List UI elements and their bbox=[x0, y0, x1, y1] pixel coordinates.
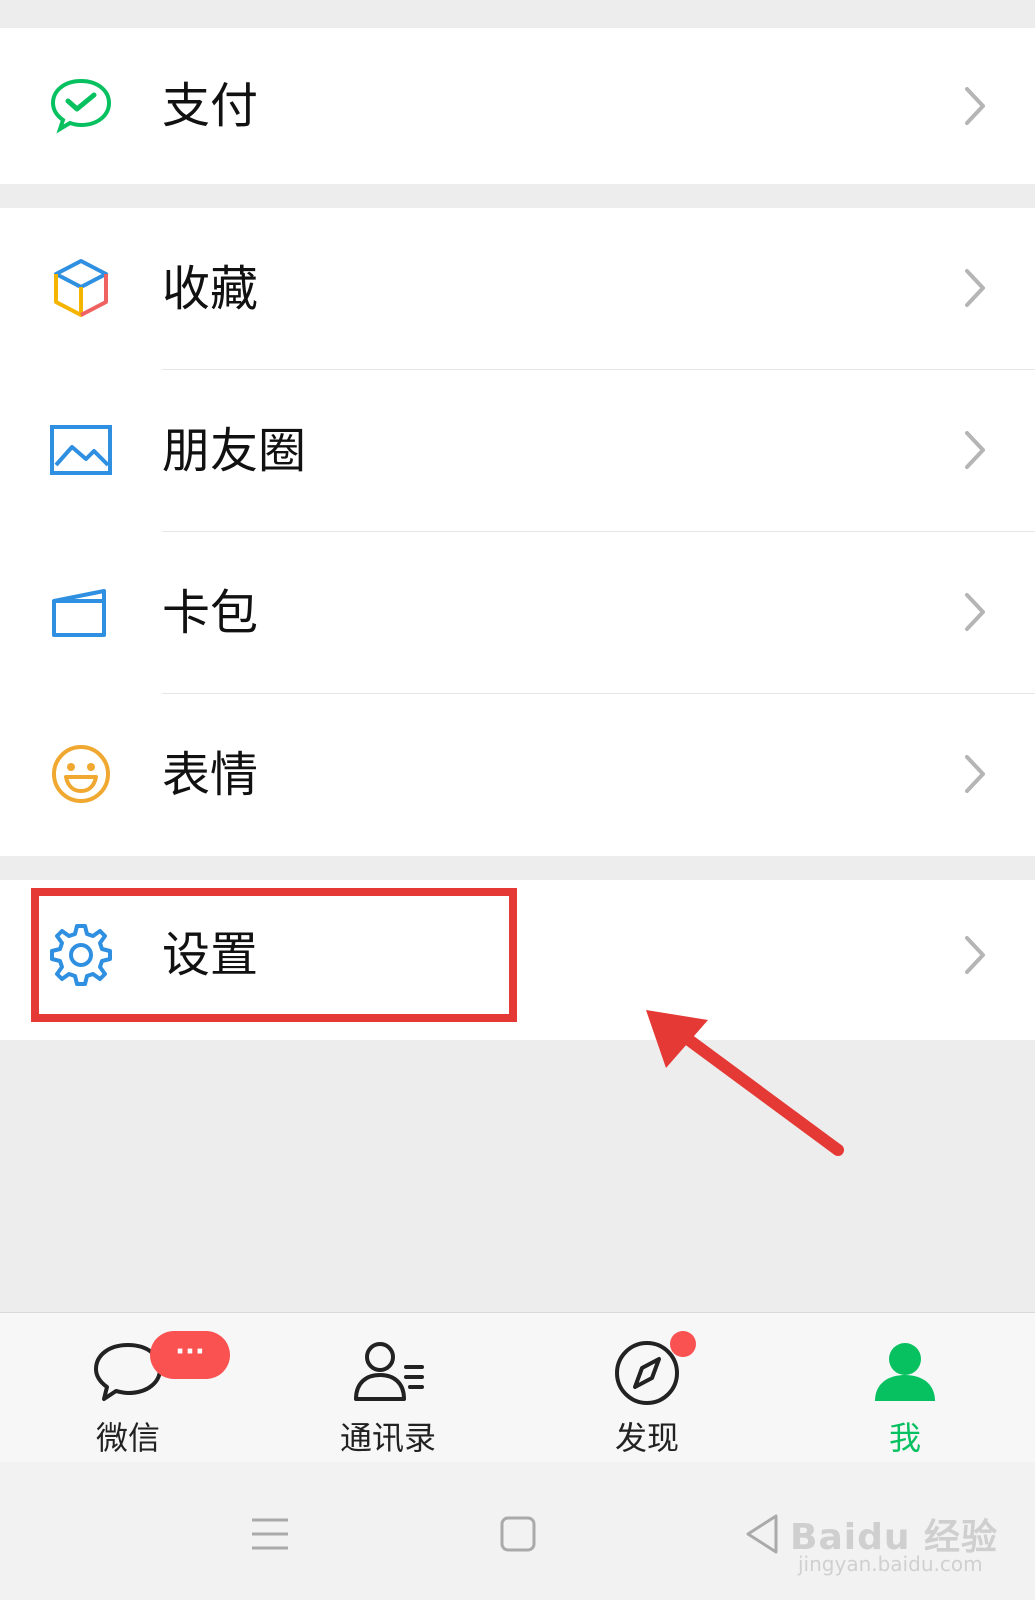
menu-label-stickers: 表情 bbox=[162, 747, 259, 803]
menu-item-pay[interactable]: 支付 bbox=[0, 28, 1035, 184]
chevron-right-icon bbox=[963, 753, 987, 795]
menu-icon[interactable] bbox=[240, 1504, 300, 1564]
menu-label-favorites: 收藏 bbox=[162, 261, 259, 317]
tab-bar: 微信 ··· 通讯录 发现 我 bbox=[0, 1312, 1035, 1463]
menu-group-features: 收藏 朋友圈 卡包 表情 bbox=[0, 208, 1035, 856]
menu-item-cards[interactable]: 卡包 bbox=[0, 532, 1035, 694]
tab-label-contacts: 通讯录 bbox=[339, 1419, 436, 1457]
chevron-right-icon bbox=[963, 591, 987, 633]
cube-icon bbox=[46, 253, 116, 323]
tab-label-discover: 发现 bbox=[614, 1419, 679, 1457]
unread-badge: ··· bbox=[150, 1331, 230, 1379]
menu-label-pay: 支付 bbox=[162, 78, 259, 134]
tab-contacts[interactable]: 通讯录 bbox=[298, 1313, 478, 1463]
tab-label-me: 我 bbox=[888, 1419, 921, 1457]
chevron-right-icon bbox=[963, 429, 987, 471]
menu-item-stickers[interactable]: 表情 bbox=[0, 694, 1035, 856]
menu-label-moments: 朋友圈 bbox=[162, 423, 307, 479]
notification-dot bbox=[670, 1331, 696, 1357]
home-square-icon[interactable] bbox=[488, 1504, 548, 1564]
menu-group-pay: 支付 bbox=[0, 28, 1035, 184]
menu-label-cards: 卡包 bbox=[162, 585, 259, 641]
card-icon bbox=[46, 577, 116, 647]
smiley-icon bbox=[46, 739, 116, 809]
highlight-box bbox=[31, 888, 517, 1022]
back-triangle-icon[interactable] bbox=[734, 1504, 794, 1564]
wechat-pay-icon bbox=[46, 71, 116, 141]
chevron-right-icon bbox=[963, 85, 987, 127]
tab-label-chats: 微信 bbox=[95, 1419, 160, 1457]
contacts-icon bbox=[348, 1331, 428, 1411]
tab-discover[interactable]: 发现 bbox=[557, 1313, 737, 1463]
image-icon bbox=[46, 415, 116, 485]
chevron-right-icon bbox=[963, 267, 987, 309]
chevron-right-icon bbox=[963, 934, 987, 976]
menu-item-moments[interactable]: 朋友圈 bbox=[0, 370, 1035, 532]
menu-item-favorites[interactable]: 收藏 bbox=[0, 208, 1035, 370]
tab-me[interactable]: 我 bbox=[815, 1313, 995, 1463]
person-icon bbox=[865, 1331, 945, 1411]
annotation-arrow bbox=[600, 990, 860, 1170]
watermark-url: jingyan.baidu.com bbox=[798, 1552, 983, 1576]
